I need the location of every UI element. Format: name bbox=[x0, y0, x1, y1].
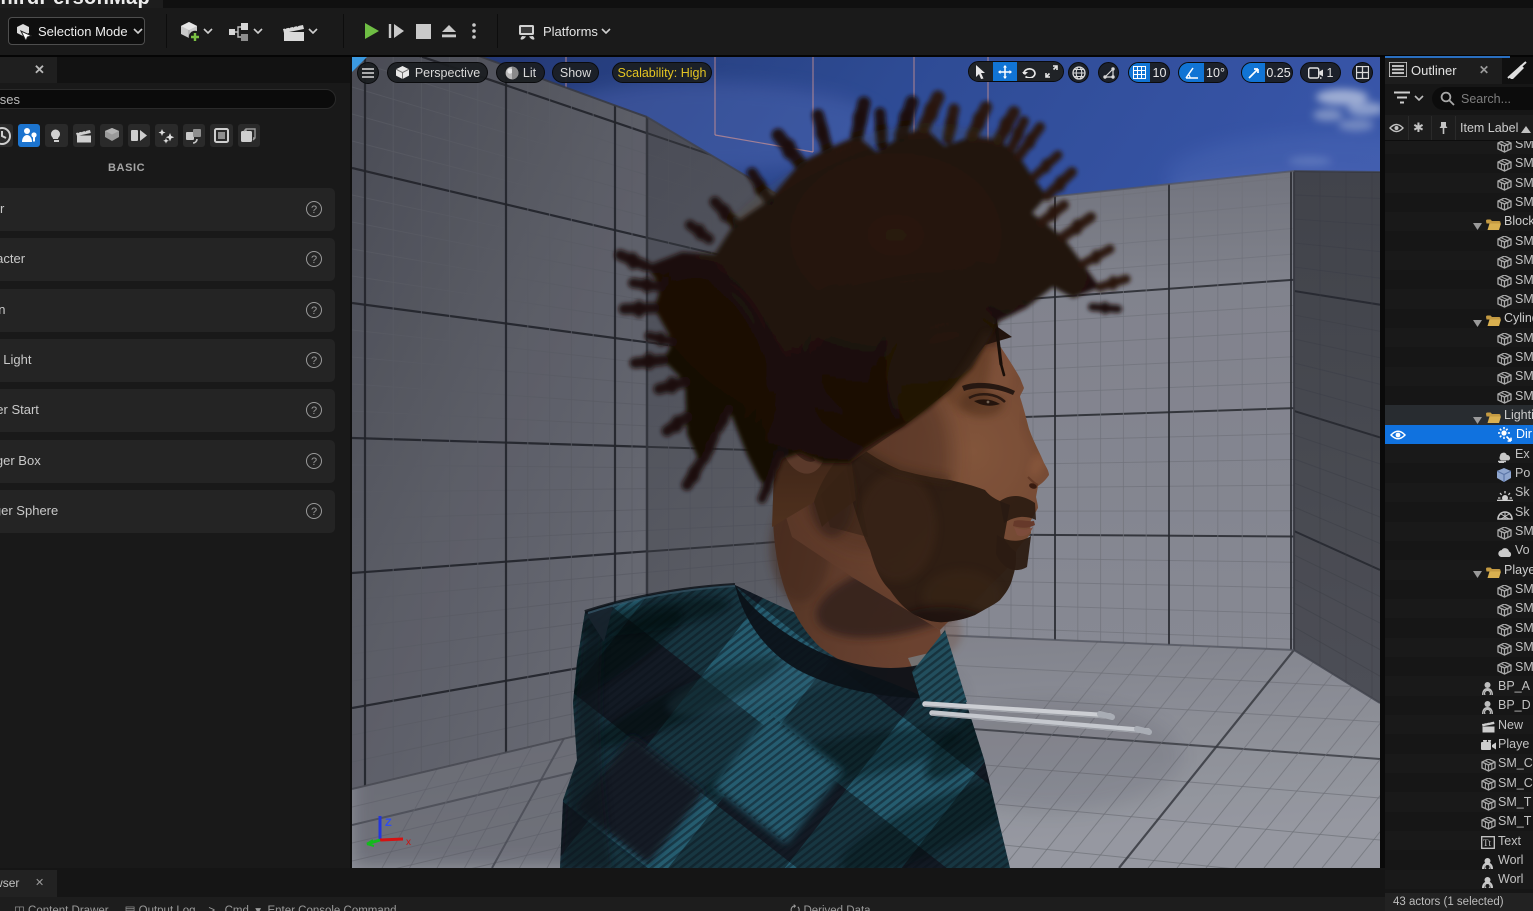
svg-text:Tt: Tt bbox=[1483, 838, 1491, 848]
